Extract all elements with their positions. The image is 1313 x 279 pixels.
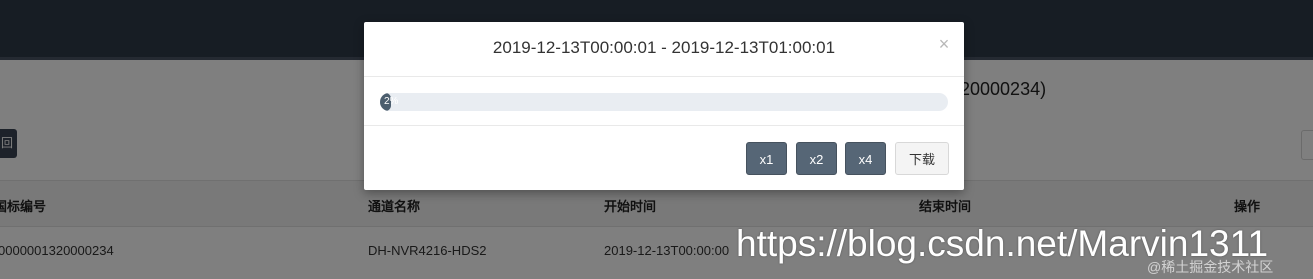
modal-body: 2% bbox=[364, 77, 964, 126]
modal-title: 2019-12-13T00:00:01 - 2019-12-13T01:00:0… bbox=[492, 38, 836, 57]
speed-x2-button[interactable]: x2 bbox=[796, 142, 837, 175]
speed-x4-button[interactable]: x4 bbox=[845, 142, 886, 175]
watermark-community: @稀土掘金技术社区 bbox=[1147, 259, 1274, 275]
modal-header: 2019-12-13T00:00:01 - 2019-12-13T01:00:0… bbox=[364, 22, 964, 77]
close-icon[interactable]: × bbox=[936, 35, 952, 53]
screen: 20000234) 回 国标编号 通道名称 开始时间 结束时间 操作 00000… bbox=[0, 0, 1313, 279]
speed-x1-button[interactable]: x1 bbox=[746, 142, 787, 175]
progress-label: 2% bbox=[384, 96, 399, 107]
modal-footer: x1 x2 x4 下载 bbox=[364, 126, 964, 190]
download-button[interactable]: 下载 bbox=[895, 142, 949, 175]
download-progress-bar: 2% bbox=[380, 93, 948, 111]
download-modal: 2019-12-13T00:00:01 - 2019-12-13T01:00:0… bbox=[364, 22, 964, 190]
